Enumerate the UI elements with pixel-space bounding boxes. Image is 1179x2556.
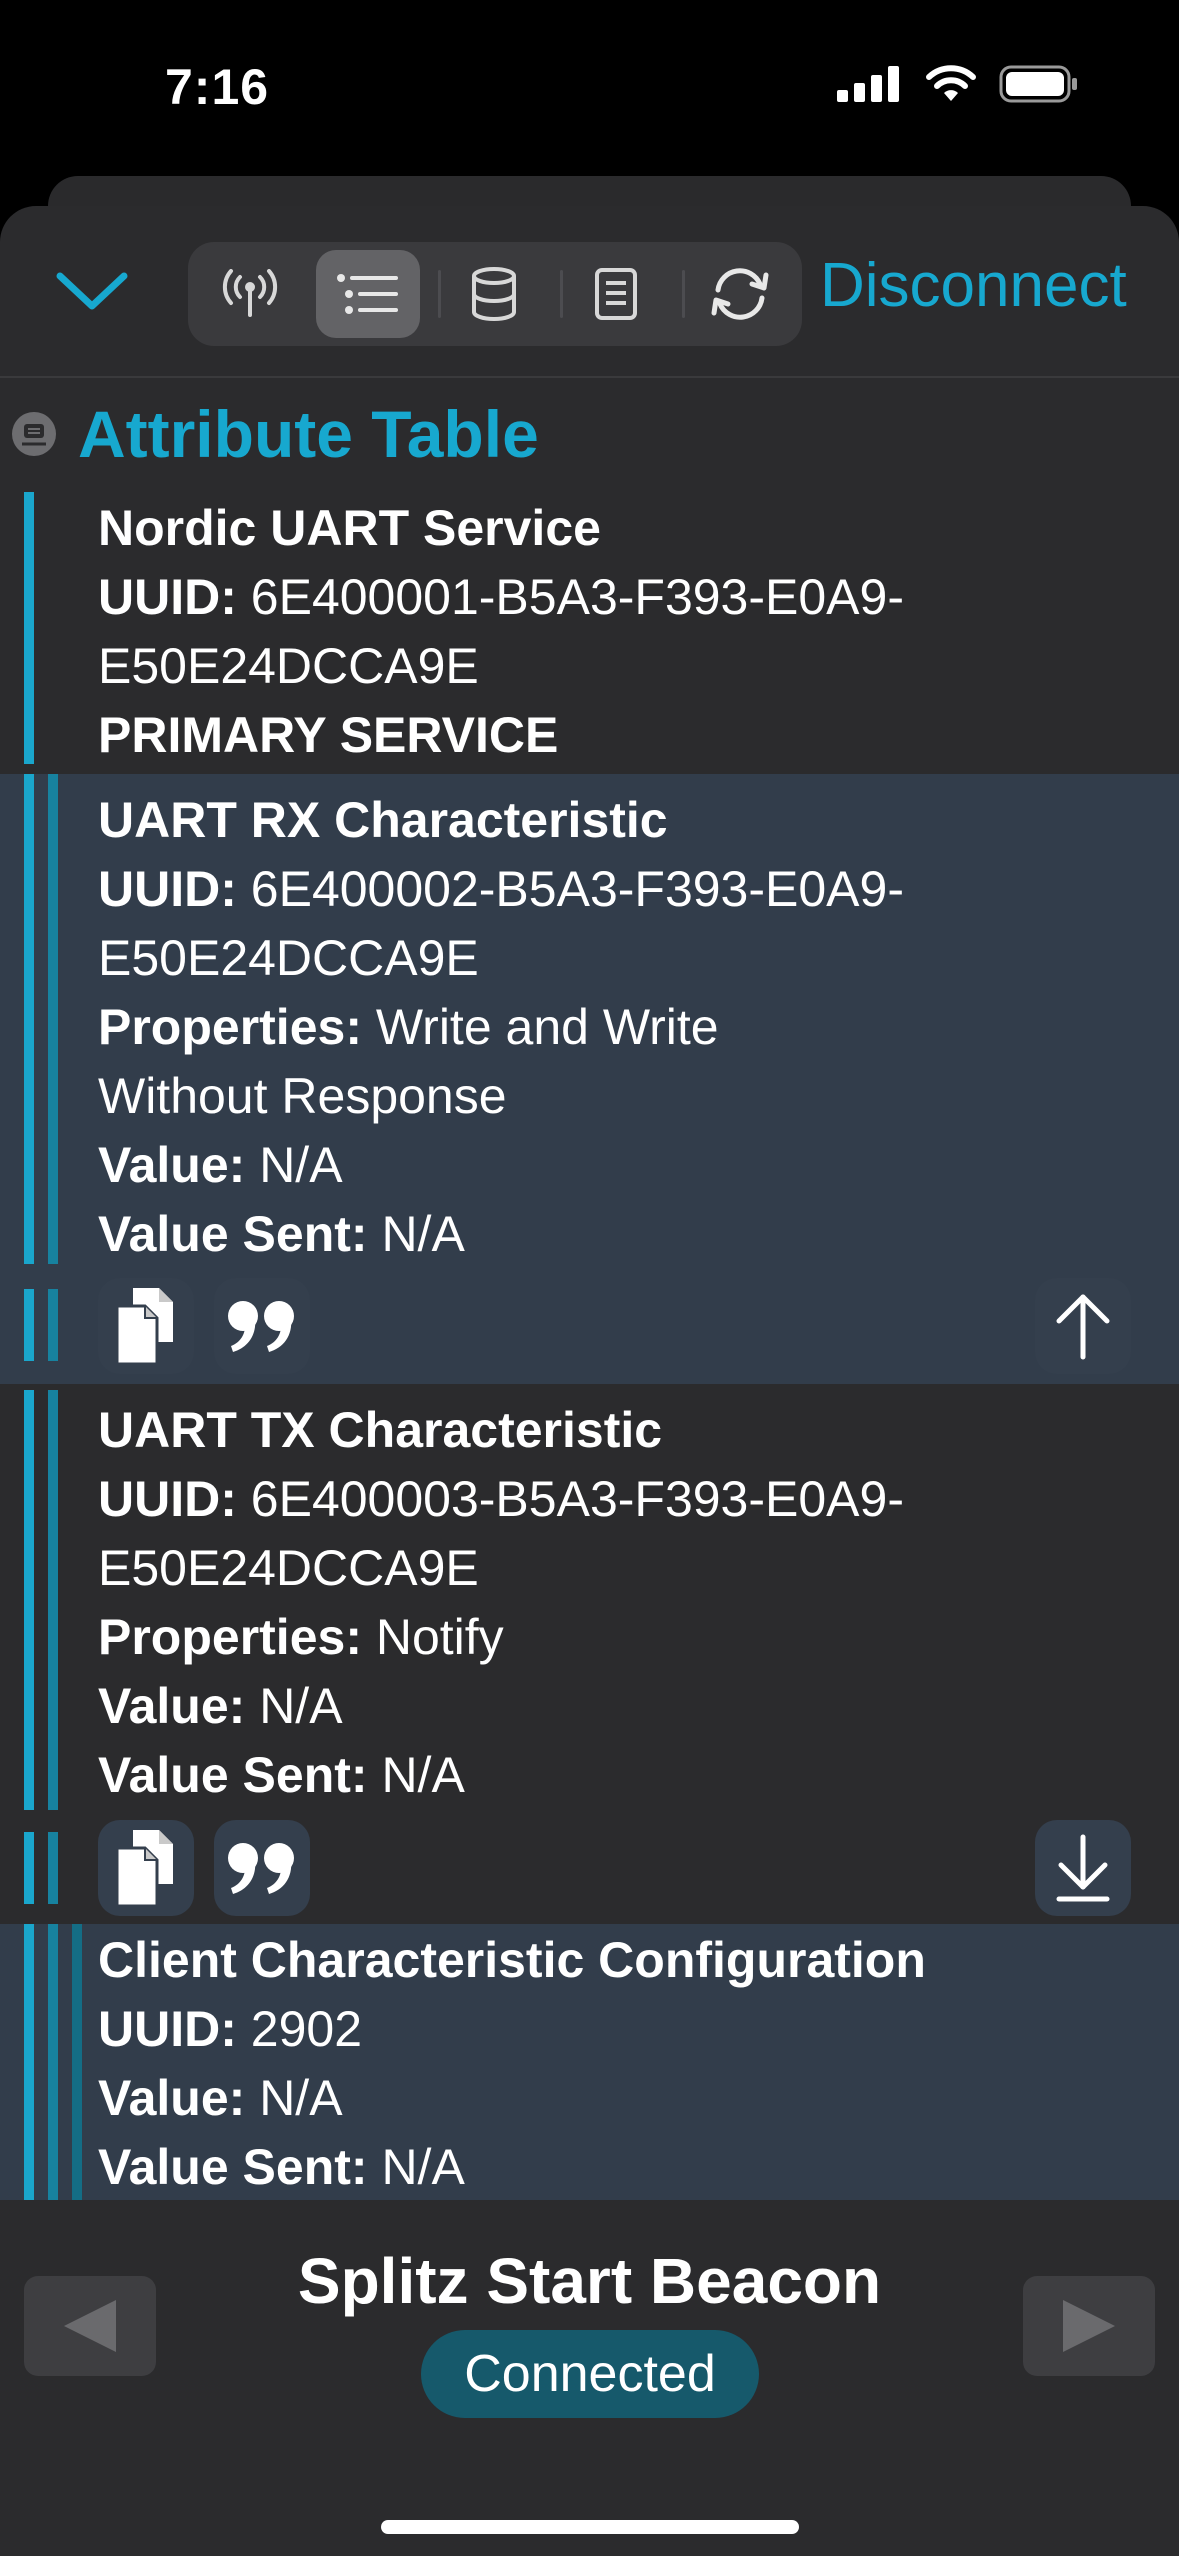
characteristic-name: UART RX Characteristic bbox=[98, 792, 668, 848]
hierarchy-bar bbox=[48, 1289, 58, 1361]
document-icon bbox=[595, 268, 637, 320]
hierarchy-bar bbox=[48, 1832, 58, 1904]
value-sent-label: Value Sent: bbox=[98, 1747, 368, 1803]
copy-icon bbox=[115, 1830, 173, 1908]
arrow-up-icon bbox=[1056, 1294, 1110, 1360]
service-name: Nordic UART Service bbox=[98, 500, 601, 556]
read-button[interactable] bbox=[1035, 1820, 1131, 1916]
wifi-icon bbox=[926, 65, 976, 101]
toolbar: Disconnect bbox=[0, 206, 1179, 376]
section-title: Attribute Table bbox=[78, 397, 539, 471]
segment-divider bbox=[560, 270, 563, 318]
properties-text: Notify bbox=[375, 1609, 504, 1665]
segment-divider bbox=[438, 270, 441, 318]
quote-icon bbox=[228, 1843, 294, 1894]
value-label: Value: bbox=[98, 1137, 246, 1193]
tab-refresh[interactable] bbox=[688, 250, 792, 338]
device-footer: Splitz Start Beacon Connected bbox=[0, 2200, 1179, 2556]
characteristic-uuid-line2: E50E24DCCA9E bbox=[98, 930, 479, 986]
service-uuid-line2: E50E24DCCA9E bbox=[98, 638, 479, 694]
hierarchy-bar bbox=[24, 1924, 34, 2214]
disconnect-button[interactable]: Disconnect bbox=[820, 250, 1127, 321]
uuid-label: UUID: bbox=[98, 861, 237, 917]
section-icon bbox=[12, 412, 56, 456]
segment-divider bbox=[682, 270, 685, 318]
copy-button[interactable] bbox=[98, 1820, 194, 1916]
characteristic-uuid-line1: 6E400003-B5A3-F393-E0A9- bbox=[250, 1471, 904, 1527]
section-header: Attribute Table bbox=[0, 378, 1179, 490]
quote-button[interactable] bbox=[214, 1820, 310, 1916]
tab-log[interactable] bbox=[564, 250, 668, 338]
characteristic-uuid-line1: 6E400002-B5A3-F393-E0A9- bbox=[250, 861, 904, 917]
hierarchy-bar bbox=[24, 1832, 34, 1904]
triangle-right-icon bbox=[1063, 2300, 1115, 2352]
cellular-signal-icon bbox=[837, 66, 899, 102]
descriptor-row[interactable]: Client Characteristic Configuration UUID… bbox=[0, 1924, 1179, 2214]
device-name: Splitz Start Beacon bbox=[297, 2245, 882, 2317]
value-sent-label: Value Sent: bbox=[98, 1206, 368, 1262]
hierarchy-bar bbox=[72, 1924, 82, 2214]
characteristic-name: UART TX Characteristic bbox=[98, 1402, 663, 1458]
view-segmented-control bbox=[188, 242, 802, 346]
quote-button[interactable] bbox=[214, 1278, 310, 1374]
home-indicator bbox=[381, 2520, 799, 2534]
value-text: N/A bbox=[259, 2070, 343, 2126]
next-device-button[interactable] bbox=[1023, 2276, 1155, 2376]
hierarchy-bar bbox=[24, 1289, 34, 1361]
hierarchy-bar bbox=[24, 774, 34, 1264]
value-label: Value: bbox=[98, 1678, 246, 1734]
database-icon bbox=[472, 267, 516, 321]
descriptor-uuid: 2902 bbox=[250, 2001, 363, 2057]
write-button[interactable] bbox=[1035, 1278, 1131, 1374]
battery-icon bbox=[999, 65, 1077, 103]
value-text: N/A bbox=[259, 1678, 343, 1734]
characteristic-row-rx[interactable]: UART RX Characteristic UUID: 6E400002-B5… bbox=[0, 774, 1179, 1384]
value-text: N/A bbox=[259, 1137, 343, 1193]
uuid-label: UUID: bbox=[98, 2001, 237, 2057]
arrow-down-to-line-icon bbox=[1056, 1834, 1110, 1902]
tab-attribute-table[interactable] bbox=[316, 250, 420, 338]
value-label: Value: bbox=[98, 2070, 246, 2126]
copy-button[interactable] bbox=[98, 1278, 194, 1374]
hierarchy-bar bbox=[48, 1924, 58, 2214]
characteristic-uuid-line2: E50E24DCCA9E bbox=[98, 1540, 479, 1596]
hierarchy-bar bbox=[48, 1390, 58, 1810]
properties-label: Properties: bbox=[98, 1609, 362, 1665]
chevron-down-icon bbox=[56, 272, 128, 310]
quote-icon bbox=[228, 1301, 294, 1352]
uuid-label: UUID: bbox=[98, 1471, 237, 1527]
refresh-icon bbox=[711, 268, 769, 320]
hierarchy-bar bbox=[48, 774, 58, 1264]
uuid-label: UUID: bbox=[98, 569, 237, 625]
status-bar: 7:16 bbox=[0, 0, 1179, 175]
antenna-icon bbox=[222, 269, 278, 317]
value-sent-text: N/A bbox=[381, 1747, 465, 1803]
tab-advertisement[interactable] bbox=[198, 250, 302, 338]
connection-status-badge: Connected bbox=[421, 2330, 759, 2418]
value-sent-text: N/A bbox=[381, 2139, 465, 2195]
characteristic-row-tx[interactable]: UART TX Characteristic UUID: 6E400003-B5… bbox=[0, 1384, 1179, 1924]
value-sent-text: N/A bbox=[381, 1206, 465, 1262]
descriptor-name: Client Characteristic Configuration bbox=[98, 1932, 926, 1988]
service-uuid-line1: 6E400001-B5A3-F393-E0A9- bbox=[250, 569, 904, 625]
properties-label: Properties: bbox=[98, 999, 362, 1055]
service-type: PRIMARY SERVICE bbox=[98, 707, 559, 763]
status-icons bbox=[837, 64, 1079, 104]
hierarchy-bar bbox=[24, 492, 34, 764]
service-row[interactable]: Nordic UART Service UUID: 6E400001-B5A3-… bbox=[0, 484, 1179, 774]
hierarchy-bar bbox=[24, 1390, 34, 1810]
tab-storage[interactable] bbox=[442, 250, 546, 338]
collapse-button[interactable] bbox=[52, 256, 132, 326]
status-time: 7:16 bbox=[165, 59, 270, 115]
copy-icon bbox=[115, 1288, 173, 1366]
list-icon bbox=[337, 274, 398, 314]
properties-line2: Without Response bbox=[98, 1068, 507, 1124]
value-sent-label: Value Sent: bbox=[98, 2139, 368, 2195]
properties-line1: Write and Write bbox=[375, 999, 719, 1055]
